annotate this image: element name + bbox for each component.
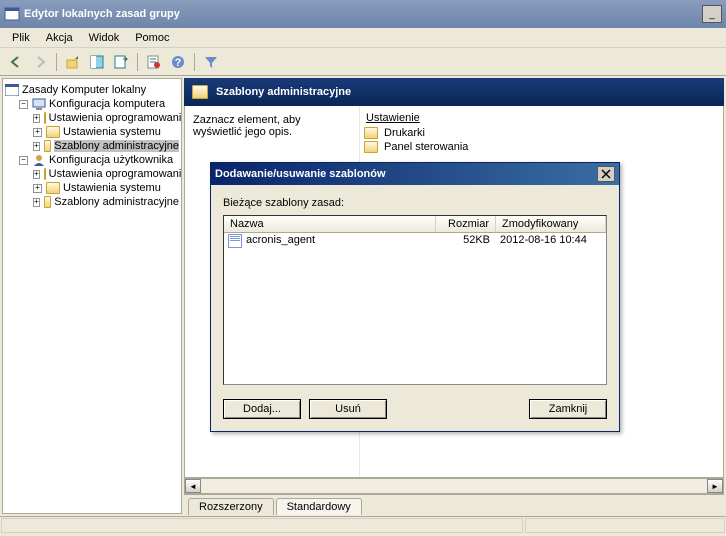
collapse-icon[interactable]: − — [19, 100, 28, 109]
back-button[interactable] — [5, 51, 27, 73]
tree-comp-software[interactable]: + Ustawienia oprogramowania — [5, 111, 179, 125]
column-headers: Nazwa Rozmiar Zmodyfikowany — [224, 216, 606, 233]
folder-icon — [44, 140, 52, 152]
tree-user-templates[interactable]: + Szablony administracyjne — [5, 195, 179, 209]
expand-icon[interactable]: + — [33, 198, 40, 207]
collapse-icon[interactable]: − — [19, 156, 28, 165]
forward-button[interactable] — [29, 51, 51, 73]
folder-icon — [44, 112, 46, 124]
template-row[interactable]: acronis_agent 52KB 2012-08-16 10:44 — [224, 233, 606, 249]
status-cell — [525, 518, 725, 533]
status-bar — [0, 516, 726, 534]
scroll-track[interactable] — [201, 479, 707, 493]
help-button[interactable]: ? — [167, 51, 189, 73]
up-button[interactable] — [62, 51, 84, 73]
close-icon — [601, 169, 611, 179]
minimize-button[interactable]: _ — [702, 5, 722, 23]
folder-icon — [192, 85, 208, 99]
close-button[interactable] — [597, 166, 615, 182]
list-column-header[interactable]: Ustawienie — [360, 110, 723, 126]
tree-comp-windows[interactable]: + Ustawienia systemu — [5, 125, 179, 139]
list-item[interactable]: Panel sterowania — [360, 140, 723, 154]
row-modified: 2012-08-16 10:44 — [496, 234, 606, 248]
view-tabs: Rozszerzony Standardowy — [184, 494, 724, 514]
close-dialog-button[interactable]: Zamknij — [529, 399, 607, 419]
expand-icon[interactable]: + — [33, 128, 42, 137]
folder-icon — [46, 126, 60, 138]
menu-action[interactable]: Akcja — [38, 30, 81, 46]
tab-extended[interactable]: Rozszerzony — [188, 498, 274, 515]
tree-user-config[interactable]: − Konfiguracja użytkownika — [5, 153, 179, 167]
toolbar-separator — [194, 53, 195, 71]
folder-icon — [46, 182, 60, 194]
horizontal-scrollbar[interactable]: ◄ ► — [184, 478, 724, 494]
properties-button[interactable] — [143, 51, 165, 73]
list-item[interactable]: Drukarki — [360, 126, 723, 140]
svg-text:?: ? — [175, 57, 182, 69]
dialog-title: Dodawanie/usuwanie szablonów — [215, 168, 597, 180]
window-titlebar: Edytor lokalnych zasad grupy _ — [0, 0, 726, 28]
toolbar-separator — [137, 53, 138, 71]
window-title: Edytor lokalnych zasad grupy — [24, 8, 701, 20]
tab-standard[interactable]: Standardowy — [276, 498, 362, 515]
col-header-name[interactable]: Nazwa — [224, 216, 436, 232]
dialog-label: Bieżące szablony zasad: — [223, 197, 607, 209]
content-header: Szablony administracyjne — [184, 78, 724, 106]
folder-icon — [364, 127, 378, 139]
computer-icon — [32, 98, 46, 110]
scroll-left-button[interactable]: ◄ — [185, 479, 201, 493]
menu-bar: Plik Akcja Widok Pomoc — [0, 28, 726, 48]
tree-comp-templates[interactable]: + Szablony administracyjne — [5, 139, 179, 153]
template-file-icon — [228, 234, 242, 248]
menu-help[interactable]: Pomoc — [127, 30, 177, 46]
folder-icon — [44, 196, 52, 208]
tree-user-windows[interactable]: + Ustawienia systemu — [5, 181, 179, 195]
add-button[interactable]: Dodaj... — [223, 399, 301, 419]
tree-computer-config[interactable]: − Konfiguracja komputera — [5, 97, 179, 111]
dialog-titlebar[interactable]: Dodawanie/usuwanie szablonów — [211, 163, 619, 185]
col-header-size[interactable]: Rozmiar — [436, 216, 496, 232]
row-size: 52KB — [436, 234, 496, 248]
folder-icon — [44, 168, 46, 180]
filter-button[interactable] — [200, 51, 222, 73]
row-name: acronis_agent — [246, 234, 436, 248]
col-header-modified[interactable]: Zmodyfikowany — [496, 216, 606, 232]
folder-icon — [364, 141, 378, 153]
tree-user-software[interactable]: + Ustawienia oprogramowania — [5, 167, 179, 181]
expand-icon[interactable]: + — [33, 114, 40, 123]
policy-icon — [5, 84, 19, 96]
expand-icon[interactable]: + — [33, 142, 40, 151]
menu-view[interactable]: Widok — [81, 30, 128, 46]
description-text: Zaznacz element, aby wyświetlić jego opi… — [193, 114, 301, 138]
status-cell — [1, 518, 523, 533]
show-hide-tree-button[interactable] — [86, 51, 108, 73]
tree-panel[interactable]: Zasady Komputer lokalny − Konfiguracja k… — [2, 78, 182, 514]
app-icon — [4, 6, 20, 22]
tree-root[interactable]: Zasady Komputer lokalny — [5, 83, 179, 97]
toolbar: ? — [0, 48, 726, 76]
menu-file[interactable]: Plik — [4, 30, 38, 46]
remove-button[interactable]: Usuń — [309, 399, 387, 419]
expand-icon[interactable]: + — [33, 170, 40, 179]
content-title: Szablony administracyjne — [216, 86, 351, 98]
add-remove-templates-dialog: Dodawanie/usuwanie szablonów Bieżące sza… — [210, 162, 620, 432]
export-button[interactable] — [110, 51, 132, 73]
templates-list[interactable]: Nazwa Rozmiar Zmodyfikowany acronis_agen… — [223, 215, 607, 385]
toolbar-separator — [56, 53, 57, 71]
expand-icon[interactable]: + — [33, 184, 42, 193]
user-icon — [32, 154, 46, 166]
scroll-right-button[interactable]: ► — [707, 479, 723, 493]
